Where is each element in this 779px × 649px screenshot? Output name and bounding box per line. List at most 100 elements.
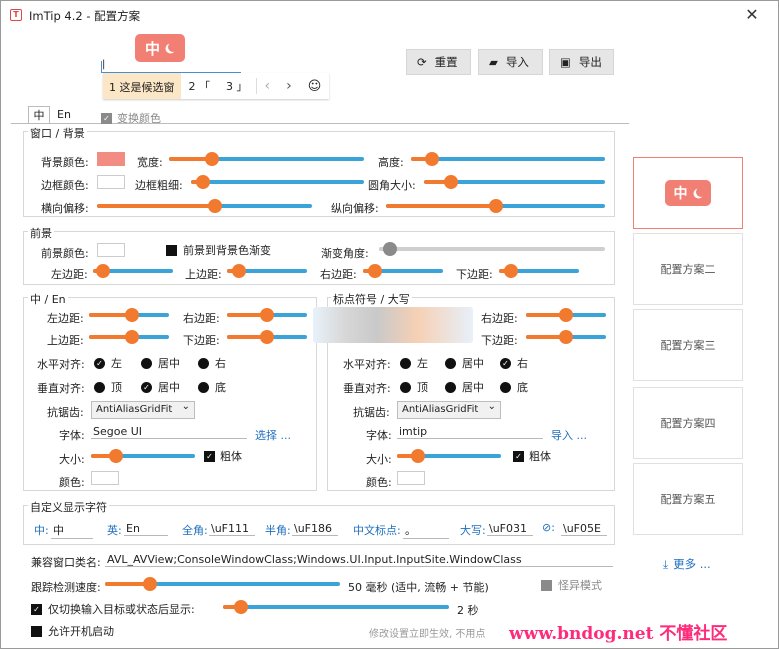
zh-bottom-slider[interactable] — [227, 329, 307, 345]
border-width-slider[interactable] — [191, 174, 364, 190]
swap-color-label: 变换颜色 — [117, 112, 161, 125]
zh-aa-select[interactable]: AntiAliasGridFit — [91, 401, 195, 419]
track-label: 跟踪检测速度: — [31, 581, 101, 594]
candidate-item[interactable]: 2 「 — [181, 78, 219, 94]
punct-valign-top[interactable]: 顶 — [400, 379, 428, 395]
zh-valign-center[interactable]: ✓ 居中 — [141, 379, 180, 395]
punct-bold-checkbox[interactable]: ✓ 粗体 — [513, 448, 551, 464]
zh-halign-left[interactable]: ✓ 左 — [94, 355, 122, 371]
zh-halign-center[interactable]: 居中 — [141, 355, 180, 371]
preview-pill: 中 — [135, 34, 185, 62]
custom-punct-field[interactable]: 。 — [403, 522, 449, 539]
zh-font-choose-link[interactable]: 选择 ... — [255, 427, 291, 443]
window: T ImTip 4.2 - 配置方案 ✕ 中 | ⟳ 重置 ▰ 导入 ▣ 导出 1 这… — [0, 0, 779, 649]
profile-item[interactable]: 配置方案四 — [633, 387, 743, 459]
track-slider[interactable] — [105, 576, 340, 592]
border-width-label: 边框粗细: — [135, 179, 183, 192]
tab-en[interactable]: En — [51, 106, 77, 124]
zh-valign-bottom[interactable]: 底 — [198, 379, 226, 395]
custom-full-field[interactable]: \uF111 — [209, 522, 255, 536]
weird-mode-checkbox[interactable]: 怪异模式 — [541, 577, 602, 593]
border-color-swatch[interactable] — [97, 175, 125, 189]
fg-top-label: 上边距: — [185, 268, 222, 281]
zh-top-slider[interactable] — [89, 329, 169, 345]
profile-item[interactable]: 配置方案二 — [633, 233, 743, 305]
radius-label: 圆角大小: — [368, 179, 416, 192]
fg-top-slider[interactable] — [227, 263, 307, 279]
profile-preview-pill: 中 — [665, 180, 711, 206]
fg-color-swatch[interactable] — [97, 243, 125, 257]
candidate-window: 1 这是候选窗 2 「 3 」 ‹ › ☺ — [103, 73, 330, 99]
export-button[interactable]: ▣ 导出 — [549, 49, 614, 75]
punct-valign-bottom[interactable]: 底 — [500, 379, 528, 395]
punct-right-slider[interactable] — [526, 307, 606, 323]
width-slider[interactable] — [169, 151, 364, 167]
h-offset-slider[interactable] — [97, 198, 312, 214]
radius-slider[interactable] — [424, 174, 605, 190]
zh-valign-top[interactable]: 顶 — [94, 379, 122, 395]
only-switch-checkbox[interactable]: ✓ 仅切换输入目标或状态后显示: — [31, 601, 195, 617]
custom-chars-title: 自定义显示字符 — [28, 499, 109, 515]
bg-color-swatch[interactable] — [97, 152, 125, 166]
custom-en-field[interactable]: En — [124, 522, 168, 536]
candidate-item[interactable]: 1 这是候选窗 — [103, 73, 181, 99]
save-icon: ▣ — [560, 55, 571, 69]
punct-halign-right[interactable]: ✓ 右 — [500, 355, 528, 371]
punct-valign-center[interactable]: 居中 — [445, 379, 484, 395]
punct-halign-center[interactable]: 居中 — [445, 355, 484, 371]
punct-halign-left[interactable]: 左 — [400, 355, 428, 371]
reset-button[interactable]: ⟳ 重置 — [406, 49, 471, 75]
fg-right-slider[interactable] — [363, 263, 443, 279]
fg-left-slider[interactable] — [93, 263, 173, 279]
custom-half-field[interactable]: \uF186 — [292, 522, 338, 536]
only-switch-slider[interactable] — [223, 599, 449, 615]
checkbox-icon — [31, 625, 42, 637]
punct-font-import-link[interactable]: 导入 ... — [551, 427, 587, 443]
gradient-checkbox[interactable]: 前景到背景色渐变 — [166, 242, 271, 258]
emoji-icon[interactable]: ☺ — [300, 79, 330, 94]
punct-font-field[interactable]: imtip — [397, 425, 543, 439]
candidate-item[interactable]: 3 」 — [218, 78, 256, 94]
prev-page-icon[interactable]: ‹ — [255, 78, 279, 94]
zh-bold-checkbox[interactable]: ✓ 粗体 — [204, 448, 242, 464]
compat-field[interactable]: AVL_AVView;ConsoleWindowClass;Windows.UI… — [105, 553, 613, 567]
custom-full-label: 全角: — [182, 524, 208, 537]
next-page-icon[interactable]: › — [278, 78, 300, 94]
punct-color-swatch[interactable] — [397, 471, 425, 485]
folder-icon: ▰ — [489, 55, 498, 69]
punct-aa-select[interactable]: AntiAliasGridFit — [397, 401, 501, 419]
profile-item[interactable]: 配置方案五 — [633, 463, 743, 535]
custom-zh-field[interactable]: 中 — [51, 522, 93, 539]
zh-right-slider[interactable] — [227, 307, 307, 323]
gradient-angle-slider[interactable] — [379, 241, 605, 257]
close-button[interactable]: ✕ — [742, 5, 762, 25]
profile-item[interactable]: 配置方案三 — [633, 309, 743, 381]
preview-input[interactable] — [101, 61, 241, 73]
zh-size-slider[interactable] — [91, 448, 195, 464]
zh-left-slider[interactable] — [89, 307, 169, 323]
tab-zh[interactable]: 中 — [28, 106, 50, 124]
punct-title: 标点符号 / 大写 — [331, 291, 412, 307]
punct-bottom-slider[interactable] — [526, 329, 606, 345]
v-offset-slider[interactable] — [386, 198, 605, 214]
swap-color-checkbox[interactable]: ✓ 变换颜色 — [101, 110, 161, 126]
height-slider[interactable] — [411, 151, 605, 167]
profile-current[interactable]: 中 — [633, 157, 743, 229]
punct-size-slider[interactable] — [397, 448, 501, 464]
weird-mode-label: 怪异模式 — [558, 579, 602, 592]
custom-caps-field[interactable]: \uF031 — [487, 522, 533, 536]
zh-halign-right[interactable]: 右 — [198, 355, 226, 371]
more-link[interactable]: ⤓ 更多 ... — [663, 556, 711, 572]
fg-bottom-slider[interactable] — [499, 263, 579, 279]
title-bar: T ImTip 4.2 - 配置方案 ✕ — [1, 1, 778, 29]
moon-icon — [696, 187, 706, 197]
import-button[interactable]: ▰ 导入 — [478, 49, 543, 75]
checked-icon: ✓ — [94, 357, 105, 369]
zh-bottom-label: 下边距: — [183, 334, 220, 347]
zh-font-field[interactable]: Segoe UI — [91, 425, 247, 439]
custom-null-field[interactable]: \uF05E — [561, 522, 607, 536]
autostart-checkbox[interactable]: 允许开机启动 — [31, 623, 114, 639]
more-label: 更多 ... — [673, 557, 711, 571]
watermark: www.bndog.net 不懂社区 — [509, 624, 728, 644]
zh-color-swatch[interactable] — [91, 471, 119, 485]
